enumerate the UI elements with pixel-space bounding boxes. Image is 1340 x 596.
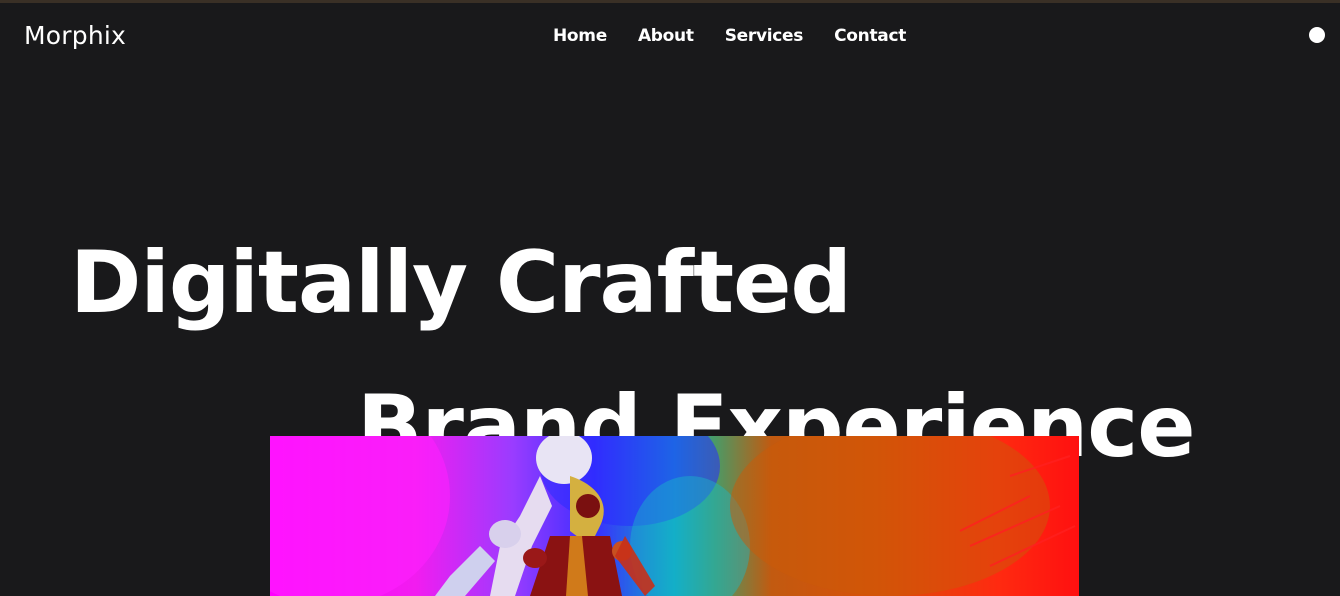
hero-artwork-image [270,436,1079,596]
nav-link-services[interactable]: Services [725,26,804,46]
hero-title-line-1: Digitally Crafted [70,232,852,333]
hero-artwork-figure [270,436,1076,596]
navbar: Morphix Home About Services Contact [0,3,1340,69]
nav-link-home[interactable]: Home [553,26,607,46]
logo[interactable]: Morphix [24,21,126,50]
nav-link-about[interactable]: About [638,26,694,46]
menu-dot-icon[interactable] [1309,27,1325,43]
nav-link-contact[interactable]: Contact [834,26,906,46]
nav-links: Home About Services Contact [553,26,906,46]
